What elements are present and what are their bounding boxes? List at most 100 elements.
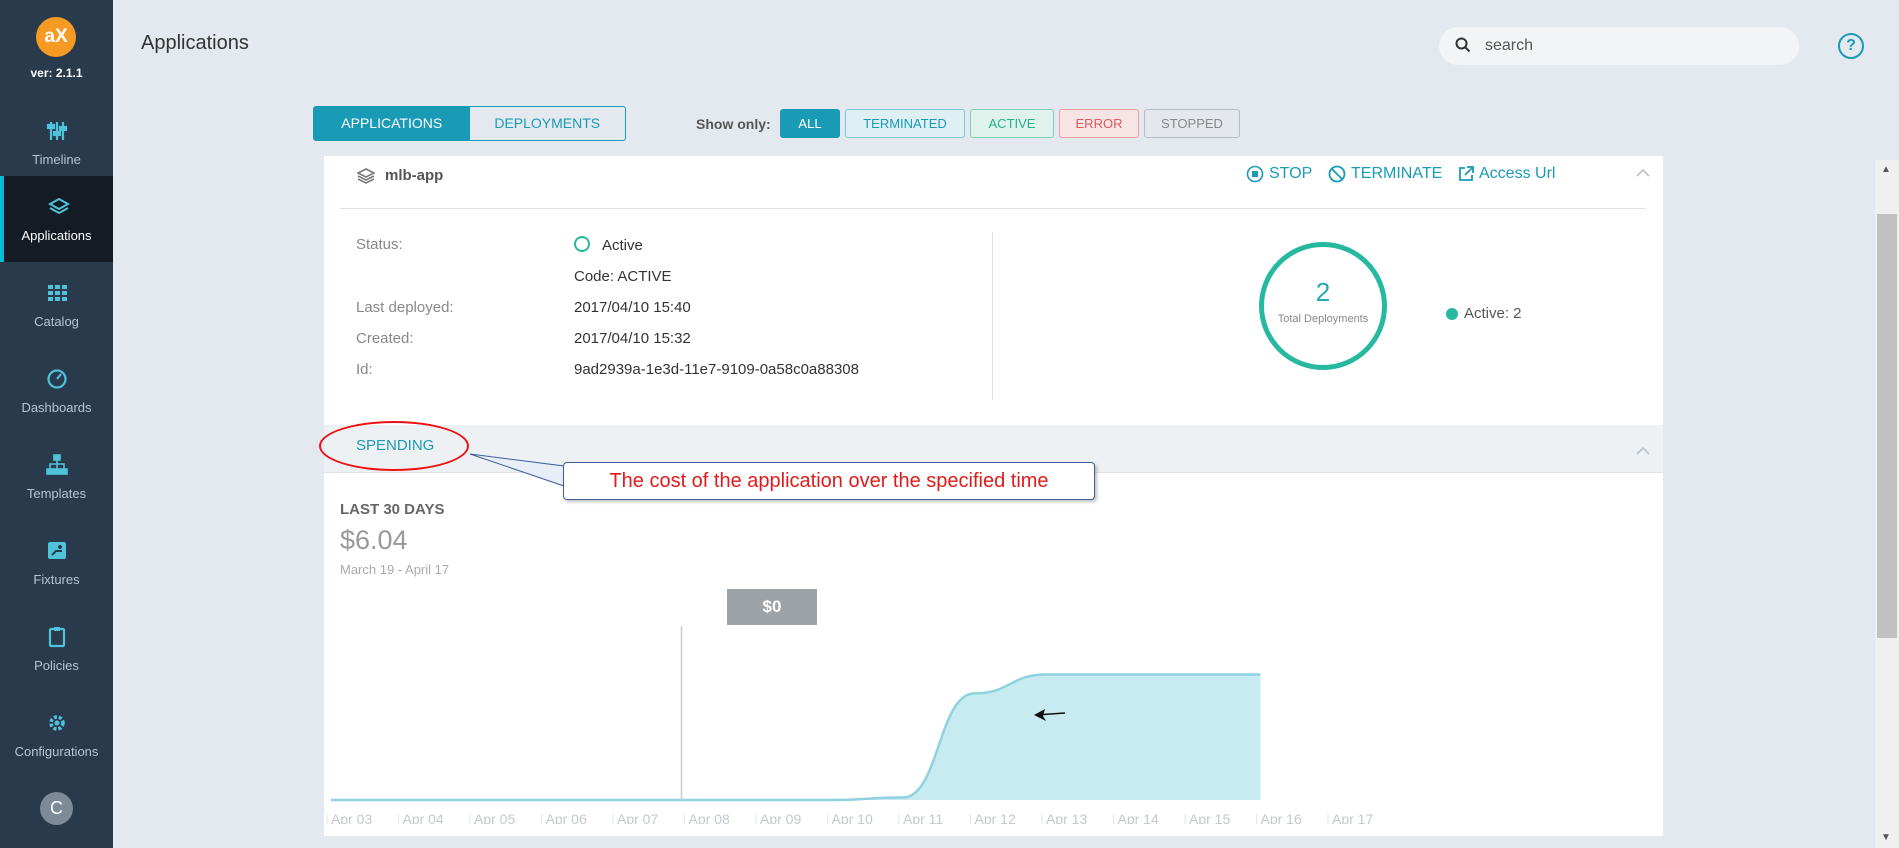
- help-icon[interactable]: ?: [1838, 33, 1864, 59]
- status-label: Status:: [356, 236, 403, 253]
- sidebar-item-dashboards[interactable]: Dashboards: [0, 348, 113, 434]
- filter-active-button[interactable]: ACTIVE: [970, 109, 1054, 138]
- period-label: LAST 30 DAYS: [340, 501, 445, 518]
- sidebar-item-label: Fixtures: [33, 572, 80, 587]
- active-legend: Active: 2: [1446, 305, 1522, 322]
- filter-all-button[interactable]: ALL: [780, 109, 840, 138]
- active-dot: [1446, 307, 1458, 320]
- filter-terminated-button[interactable]: TERMINATED: [845, 109, 965, 138]
- tab-deployments[interactable]: DEPLOYMENTS: [470, 107, 626, 140]
- filter-error-button[interactable]: ERROR: [1059, 109, 1139, 138]
- show-only-label: Show only:: [696, 116, 771, 132]
- search-icon: [1455, 37, 1471, 53]
- annotation-callout: The cost of the application over the spe…: [563, 462, 1095, 500]
- stop-button[interactable]: STOP: [1246, 165, 1312, 183]
- layers-icon: [357, 167, 375, 184]
- chart-tooltip: $0: [727, 589, 817, 625]
- sidebar-item-label: Dashboards: [21, 400, 92, 415]
- status-circle-icon: [574, 236, 590, 252]
- x-tick-label: Apr 17: [1332, 811, 1373, 824]
- sidebar: aX ver: 2.1.1 Timeline Applications Cata…: [0, 0, 113, 848]
- x-tick-label: Apr 13: [1046, 811, 1087, 824]
- sidebar-item-label: Applications: [21, 228, 92, 243]
- sidebar-item-label: Catalog: [34, 314, 79, 329]
- status-code: Code: ACTIVE: [574, 268, 672, 285]
- sidebar-item-catalog[interactable]: Catalog: [0, 262, 113, 348]
- ax-logo[interactable]: aX: [36, 17, 76, 57]
- x-tick-label: Apr 11: [903, 811, 943, 824]
- created-value: 2017/04/10 15:32: [574, 330, 691, 347]
- gear-icon: [49, 715, 65, 731]
- x-tick-label: Apr 03: [331, 811, 372, 824]
- user-avatar[interactable]: C: [40, 792, 73, 825]
- x-tick-label: Apr 15: [1189, 811, 1230, 824]
- scroll-up-arrow[interactable]: ▲: [1881, 164, 1891, 175]
- last-deployed-label: Last deployed:: [356, 299, 454, 316]
- sidebar-item-templates[interactable]: Templates: [0, 434, 113, 520]
- stop-label: STOP: [1269, 165, 1313, 182]
- x-tick-label: Apr 10: [832, 811, 873, 824]
- fixtures-icon: [48, 542, 66, 559]
- total-deployments-label: Total Deployments: [1277, 313, 1369, 325]
- date-range: March 19 - April 17: [340, 562, 450, 577]
- sidebar-item-fixtures[interactable]: Fixtures: [0, 520, 113, 606]
- scroll-thumb[interactable]: [1877, 214, 1897, 638]
- sidebar-item-label: Policies: [34, 658, 79, 673]
- scrollbar[interactable]: ▲ ▼: [1875, 160, 1899, 848]
- app-name: mlb-app: [385, 167, 444, 184]
- annotation-ellipse: [319, 421, 469, 471]
- x-tick-label: Apr 06: [546, 811, 587, 824]
- view-tabs: APPLICATIONS DEPLOYMENTS: [313, 106, 626, 141]
- access-url-label: Access Url: [1479, 165, 1556, 182]
- x-tick-label: Apr 09: [760, 811, 801, 824]
- spending-amount: $6.04: [340, 525, 408, 555]
- clipboard-icon: [48, 627, 66, 648]
- sidebar-item-timeline[interactable]: Timeline: [0, 100, 113, 186]
- sidebar-item-label: Templates: [26, 486, 87, 501]
- layers-icon: [48, 197, 70, 215]
- spending-chart[interactable]: Apr 03 Apr 04 Apr 05 Apr 06 Apr 07 Apr 08 Apr …: [324, 576, 1663, 824]
- sliders-icon: [46, 122, 68, 140]
- created-label: Created:: [356, 330, 414, 347]
- active-legend-label: Active: 2: [1464, 305, 1522, 322]
- divider: [340, 208, 1646, 209]
- x-tick-label: Apr 12: [975, 811, 1016, 824]
- id-value: 9ad2939a-1e3d-11e7-9109-0a58c0a88308: [574, 361, 859, 378]
- ban-icon: [1328, 165, 1346, 183]
- sidebar-item-applications[interactable]: Applications: [0, 176, 113, 262]
- access-url-link[interactable]: Access Url: [1458, 165, 1555, 183]
- scroll-down-arrow[interactable]: ▼: [1881, 832, 1891, 843]
- gauge-icon: [47, 369, 67, 389]
- stop-icon: [1246, 165, 1264, 183]
- x-tick-label: Apr 14: [1118, 811, 1159, 824]
- sidebar-item-configurations[interactable]: Configurations: [0, 692, 113, 778]
- divider: [992, 232, 993, 400]
- x-tick-label: Apr 08: [689, 811, 730, 824]
- sidebar-item-policies[interactable]: Policies: [0, 606, 113, 692]
- search-input[interactable]: [1485, 35, 1775, 57]
- spending-area: [331, 674, 1261, 800]
- search-box[interactable]: [1439, 27, 1799, 65]
- app-title[interactable]: mlb-app: [357, 167, 443, 184]
- total-deployments-count: 2: [1315, 277, 1331, 307]
- x-tick-label: Apr 04: [403, 811, 444, 824]
- x-tick-label: Apr 05: [474, 811, 515, 824]
- deployments-donut: 2 Total Deployments: [1259, 242, 1387, 370]
- status-value: Active: [602, 237, 643, 254]
- external-link-icon: [1459, 166, 1474, 181]
- tab-applications[interactable]: APPLICATIONS: [314, 107, 470, 140]
- filter-stopped-button[interactable]: STOPPED: [1144, 109, 1240, 138]
- chevron-up-icon[interactable]: [1635, 168, 1651, 178]
- sidebar-item-label: Timeline: [32, 152, 81, 167]
- page-title: Applications: [141, 32, 249, 54]
- version-label: ver: 2.1.1: [30, 66, 83, 80]
- sidebar-item-label: Configurations: [14, 744, 99, 759]
- chevron-up-icon[interactable]: [1635, 446, 1651, 456]
- id-label: Id:: [356, 361, 373, 378]
- x-tick-label: Apr 16: [1261, 811, 1302, 824]
- terminate-label: TERMINATE: [1351, 165, 1443, 182]
- terminate-button[interactable]: TERMINATE: [1328, 165, 1442, 183]
- x-tick-label: Apr 07: [617, 811, 658, 824]
- hierarchy-icon: [46, 454, 68, 475]
- grid-icon: [48, 285, 67, 301]
